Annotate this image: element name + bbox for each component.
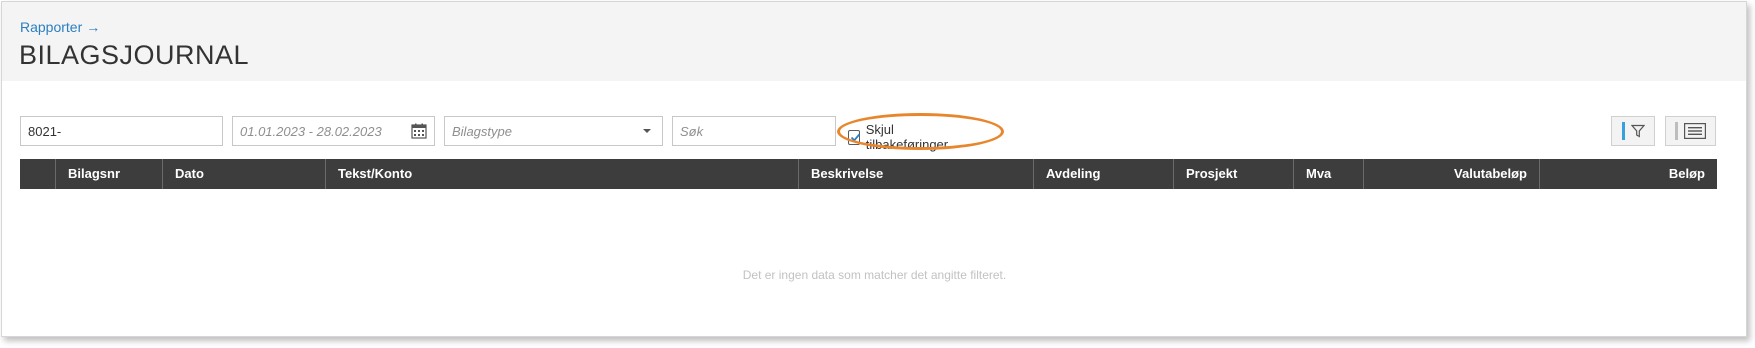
column-header-description[interactable]: Beskrivelse [798, 159, 1033, 189]
arrow-right-icon: → [86, 19, 101, 35]
hide-reversals-label: Skjul tilbakeføringer [865, 122, 949, 152]
column-header-project[interactable]: Prosjekt [1173, 159, 1293, 189]
column-header-department[interactable]: Avdeling [1033, 159, 1173, 189]
hide-reversals-checkbox[interactable] [848, 129, 861, 145]
empty-state-message: Det er ingen data som matcher det angitt… [742, 268, 1007, 282]
report-frame: Rapporter → BILAGSJOURNAL 8021- 01.01.20… [1, 1, 1747, 337]
breadcrumb[interactable]: Rapporter → [20, 19, 100, 35]
date-range-input[interactable]: 01.01.2023 - 28.02.2023 [232, 116, 435, 146]
voucher-type-placeholder: Bilagstype [452, 123, 512, 139]
column-header-select[interactable] [20, 159, 55, 189]
checkmark-icon [850, 133, 861, 142]
search-placeholder: Søk [680, 123, 704, 139]
inactive-indicator [1675, 122, 1678, 140]
calendar-icon[interactable] [411, 123, 427, 139]
active-indicator [1621, 122, 1625, 140]
account-filter-input[interactable]: 8021- [20, 116, 223, 146]
search-input[interactable]: Søk [672, 116, 836, 146]
column-header-vat[interactable]: Mva [1293, 159, 1363, 189]
date-range-value: 01.01.2023 - 28.02.2023 [240, 123, 382, 139]
column-header-date[interactable]: Dato [162, 159, 325, 189]
column-header-voucher-no[interactable]: Bilagsnr [55, 159, 162, 189]
table-header: Bilagsnr Dato Tekst/Konto Beskrivelse Av… [20, 159, 1717, 189]
funnel-icon [1630, 124, 1645, 138]
view-toggle-button[interactable] [1665, 116, 1716, 146]
chevron-down-icon [643, 129, 651, 133]
column-header-currency-amount[interactable]: Valutabeløp [1363, 159, 1539, 189]
filter-toggle-button[interactable] [1611, 116, 1655, 146]
list-view-icon [1684, 123, 1706, 139]
breadcrumb-reports-link[interactable]: Rapporter [20, 19, 82, 35]
column-header-amount[interactable]: Beløp [1539, 159, 1717, 189]
voucher-type-select[interactable]: Bilagstype [444, 116, 663, 146]
page-title: BILAGSJOURNAL [19, 40, 250, 70]
column-header-text-account[interactable]: Tekst/Konto [325, 159, 798, 189]
page-header: Rapporter → BILAGSJOURNAL [2, 2, 1746, 81]
account-filter-value: 8021- [28, 123, 62, 139]
hide-reversals-option[interactable]: Skjul tilbakeføringer [848, 122, 951, 152]
